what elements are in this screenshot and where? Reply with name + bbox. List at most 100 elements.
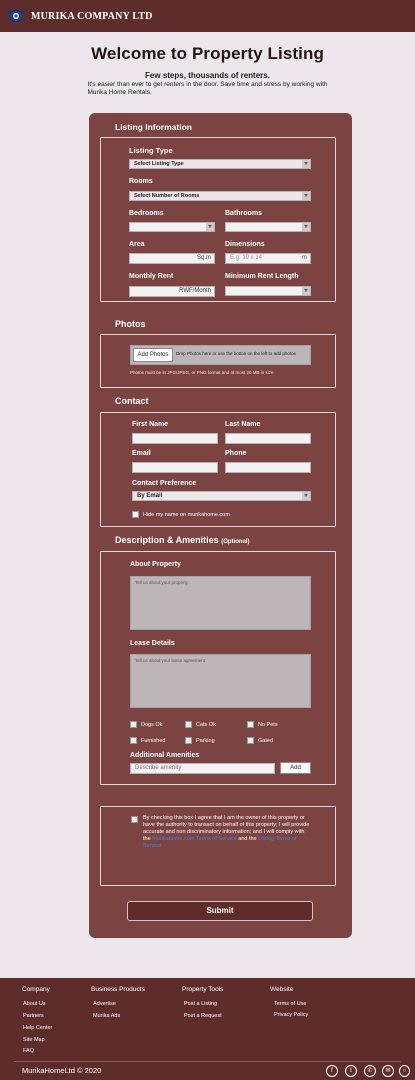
facebook-icon[interactable]: f	[326, 1065, 338, 1077]
listing-section-title: Listing Information	[115, 122, 192, 132]
phone-label: Phone	[225, 450, 247, 457]
email-label: Email	[132, 450, 151, 457]
photos-box: Add Photos Drop Photos here or use the b…	[100, 334, 336, 388]
add-amenity-button[interactable]: Add	[280, 762, 311, 774]
contact-preference-select[interactable]: By Email ▾	[132, 491, 311, 501]
furnished-checkbox[interactable]	[130, 737, 137, 744]
description-box: About Property Tell us about your proper…	[100, 551, 336, 785]
first-name-label: First Name	[132, 421, 169, 428]
logo-icon[interactable]	[6, 8, 26, 24]
hero-description: It's easier than ever to get renters in …	[87, 81, 328, 96]
parking-label: Parking	[196, 738, 215, 744]
footer-link-post-listing[interactable]: Post a Listing	[184, 1001, 217, 1007]
footer-link-help-center[interactable]: Help Center	[23, 1025, 52, 1031]
dimensions-input[interactable]: E.g: 19 x 14 m	[225, 253, 311, 264]
phone-input[interactable]	[225, 462, 311, 473]
whatsapp-icon[interactable]: ✆	[364, 1065, 376, 1077]
tagline: Few steps, thousands of renters.	[145, 71, 270, 80]
photos-section-title: Photos	[115, 319, 146, 329]
lease-details-textarea[interactable]: Tell us about your lease agreement	[130, 654, 311, 708]
furnished-label: Furnished	[141, 738, 166, 744]
rooms-label: Rooms	[129, 178, 153, 185]
about-property-label: About Property	[130, 561, 181, 568]
rent-label: Monthly Rent	[129, 273, 174, 280]
last-name-label: Last Name	[225, 421, 261, 428]
footer-link-murika-ads[interactable]: Murika Ads	[93, 1013, 120, 1019]
page-title: Welcome to Property Listing	[91, 44, 324, 63]
brand-name[interactable]: MURIKA COMPANY LTD	[31, 11, 153, 22]
murikahome-terms-link[interactable]: murikahome.com Terms of Service	[152, 836, 237, 842]
chevron-down-icon: ▾	[302, 223, 310, 231]
cats-ok-checkbox[interactable]	[185, 721, 192, 728]
bathrooms-select[interactable]: ▾	[225, 222, 311, 232]
footer-link-site-map[interactable]: Site Map	[23, 1037, 45, 1043]
additional-amenities-label: Additional Amenities	[130, 752, 200, 759]
listing-type-select[interactable]: Select Listing Type ▾	[129, 159, 311, 169]
listing-type-label: Listing Type	[129, 146, 173, 155]
no-pets-checkbox[interactable]	[247, 721, 254, 728]
agreement-box: By checking this box I agree that I am t…	[100, 806, 336, 886]
footer-business-title: Business Products	[91, 986, 145, 993]
listing-info-box: Listing Type Select Listing Type ▾ Rooms…	[100, 137, 336, 302]
amenity-input[interactable]: Describe amenity	[130, 763, 275, 774]
bedrooms-label: Bedrooms	[129, 210, 164, 217]
min-rent-select[interactable]: ▾	[225, 286, 311, 296]
footer-link-post-request[interactable]: Post a Request	[184, 1013, 222, 1019]
listing-form: Listing Information Listing Type Select …	[89, 113, 352, 938]
footer: Company About Us Partners Help Center Si…	[0, 978, 415, 1080]
contact-box: First Name Last Name Email Phone Contact…	[100, 412, 336, 527]
footer-website-title: Website	[270, 986, 294, 993]
copyright: MurikaHomeLtd © 2020	[22, 1066, 102, 1075]
rent-input[interactable]: RWF/Month	[129, 286, 215, 297]
agreement-text: By checking this box I agree that I am t…	[143, 815, 310, 849]
submit-button[interactable]: Submit	[127, 901, 313, 921]
hide-name-checkbox[interactable]	[132, 511, 139, 518]
footer-link-terms[interactable]: Terms of Use	[274, 1001, 306, 1007]
hide-name-label: Hide my name on murikahome.com	[143, 512, 230, 518]
instagram-icon[interactable]: ○	[399, 1065, 410, 1077]
lease-details-label: Lease Details	[130, 640, 175, 647]
bathrooms-label: Bathrooms	[225, 210, 262, 217]
footer-link-advertise[interactable]: Advertise	[93, 1001, 116, 1007]
gated-label: Gated	[258, 738, 273, 744]
chevron-down-icon: ▾	[302, 160, 310, 168]
about-property-textarea[interactable]: Tell us about your property	[130, 576, 311, 630]
email-input[interactable]	[132, 462, 218, 473]
no-pets-label: No Pets	[258, 722, 278, 728]
photo-dropzone[interactable]: Add Photos Drop Photos here or use the b…	[130, 345, 311, 365]
chevron-down-icon: ▾	[302, 492, 310, 500]
dimensions-label: Dimensions	[225, 241, 265, 248]
bedrooms-select[interactable]: ▾	[129, 222, 215, 232]
footer-link-partners[interactable]: Partners	[23, 1013, 44, 1019]
dogs-ok-label: Dogs Ok	[141, 722, 163, 728]
last-name-input[interactable]	[225, 433, 311, 444]
area-input[interactable]: Sq.m	[129, 253, 215, 264]
footer-link-faq[interactable]: FAQ	[23, 1048, 34, 1054]
dogs-ok-checkbox[interactable]	[130, 721, 137, 728]
chevron-down-icon: ▾	[302, 192, 310, 200]
add-photos-button[interactable]: Add Photos	[133, 348, 173, 362]
photos-note: Photos must be in JPG/JPEG, or PNG forma…	[130, 370, 274, 375]
dropzone-text: Drop Photos here or use the botton on th…	[176, 351, 296, 356]
parking-checkbox[interactable]	[185, 737, 192, 744]
chevron-down-icon: ▾	[302, 287, 310, 295]
contact-preference-label: Contact Preference	[132, 480, 197, 487]
first-name-input[interactable]	[132, 433, 218, 444]
area-label: Area	[129, 241, 145, 248]
tumblr-icon[interactable]: t	[345, 1065, 357, 1077]
hero-section: Welcome to Property Listing Few steps, t…	[0, 44, 415, 97]
cats-ok-label: Cats Ok	[196, 722, 216, 728]
chevron-down-icon: ▾	[206, 223, 214, 231]
gated-checkbox[interactable]	[247, 737, 254, 744]
top-navbar: MURIKA COMPANY LTD	[0, 0, 415, 32]
footer-company-title: Company	[22, 986, 50, 993]
footer-link-privacy[interactable]: Privacy Policy	[274, 1012, 308, 1018]
footer-property-tools-title: Property Tools	[182, 986, 224, 993]
contact-section-title: Contact	[115, 396, 149, 406]
description-section-title: Description & Amenities (Optional)	[115, 535, 250, 545]
agreement-checkbox[interactable]	[131, 816, 138, 823]
mail-icon[interactable]: ✉	[382, 1065, 394, 1077]
footer-link-about-us[interactable]: About Us	[23, 1001, 46, 1007]
min-rent-label: Minimum Rent Length	[225, 273, 299, 280]
rooms-select[interactable]: Select Number of Rooms ▾	[129, 191, 311, 201]
